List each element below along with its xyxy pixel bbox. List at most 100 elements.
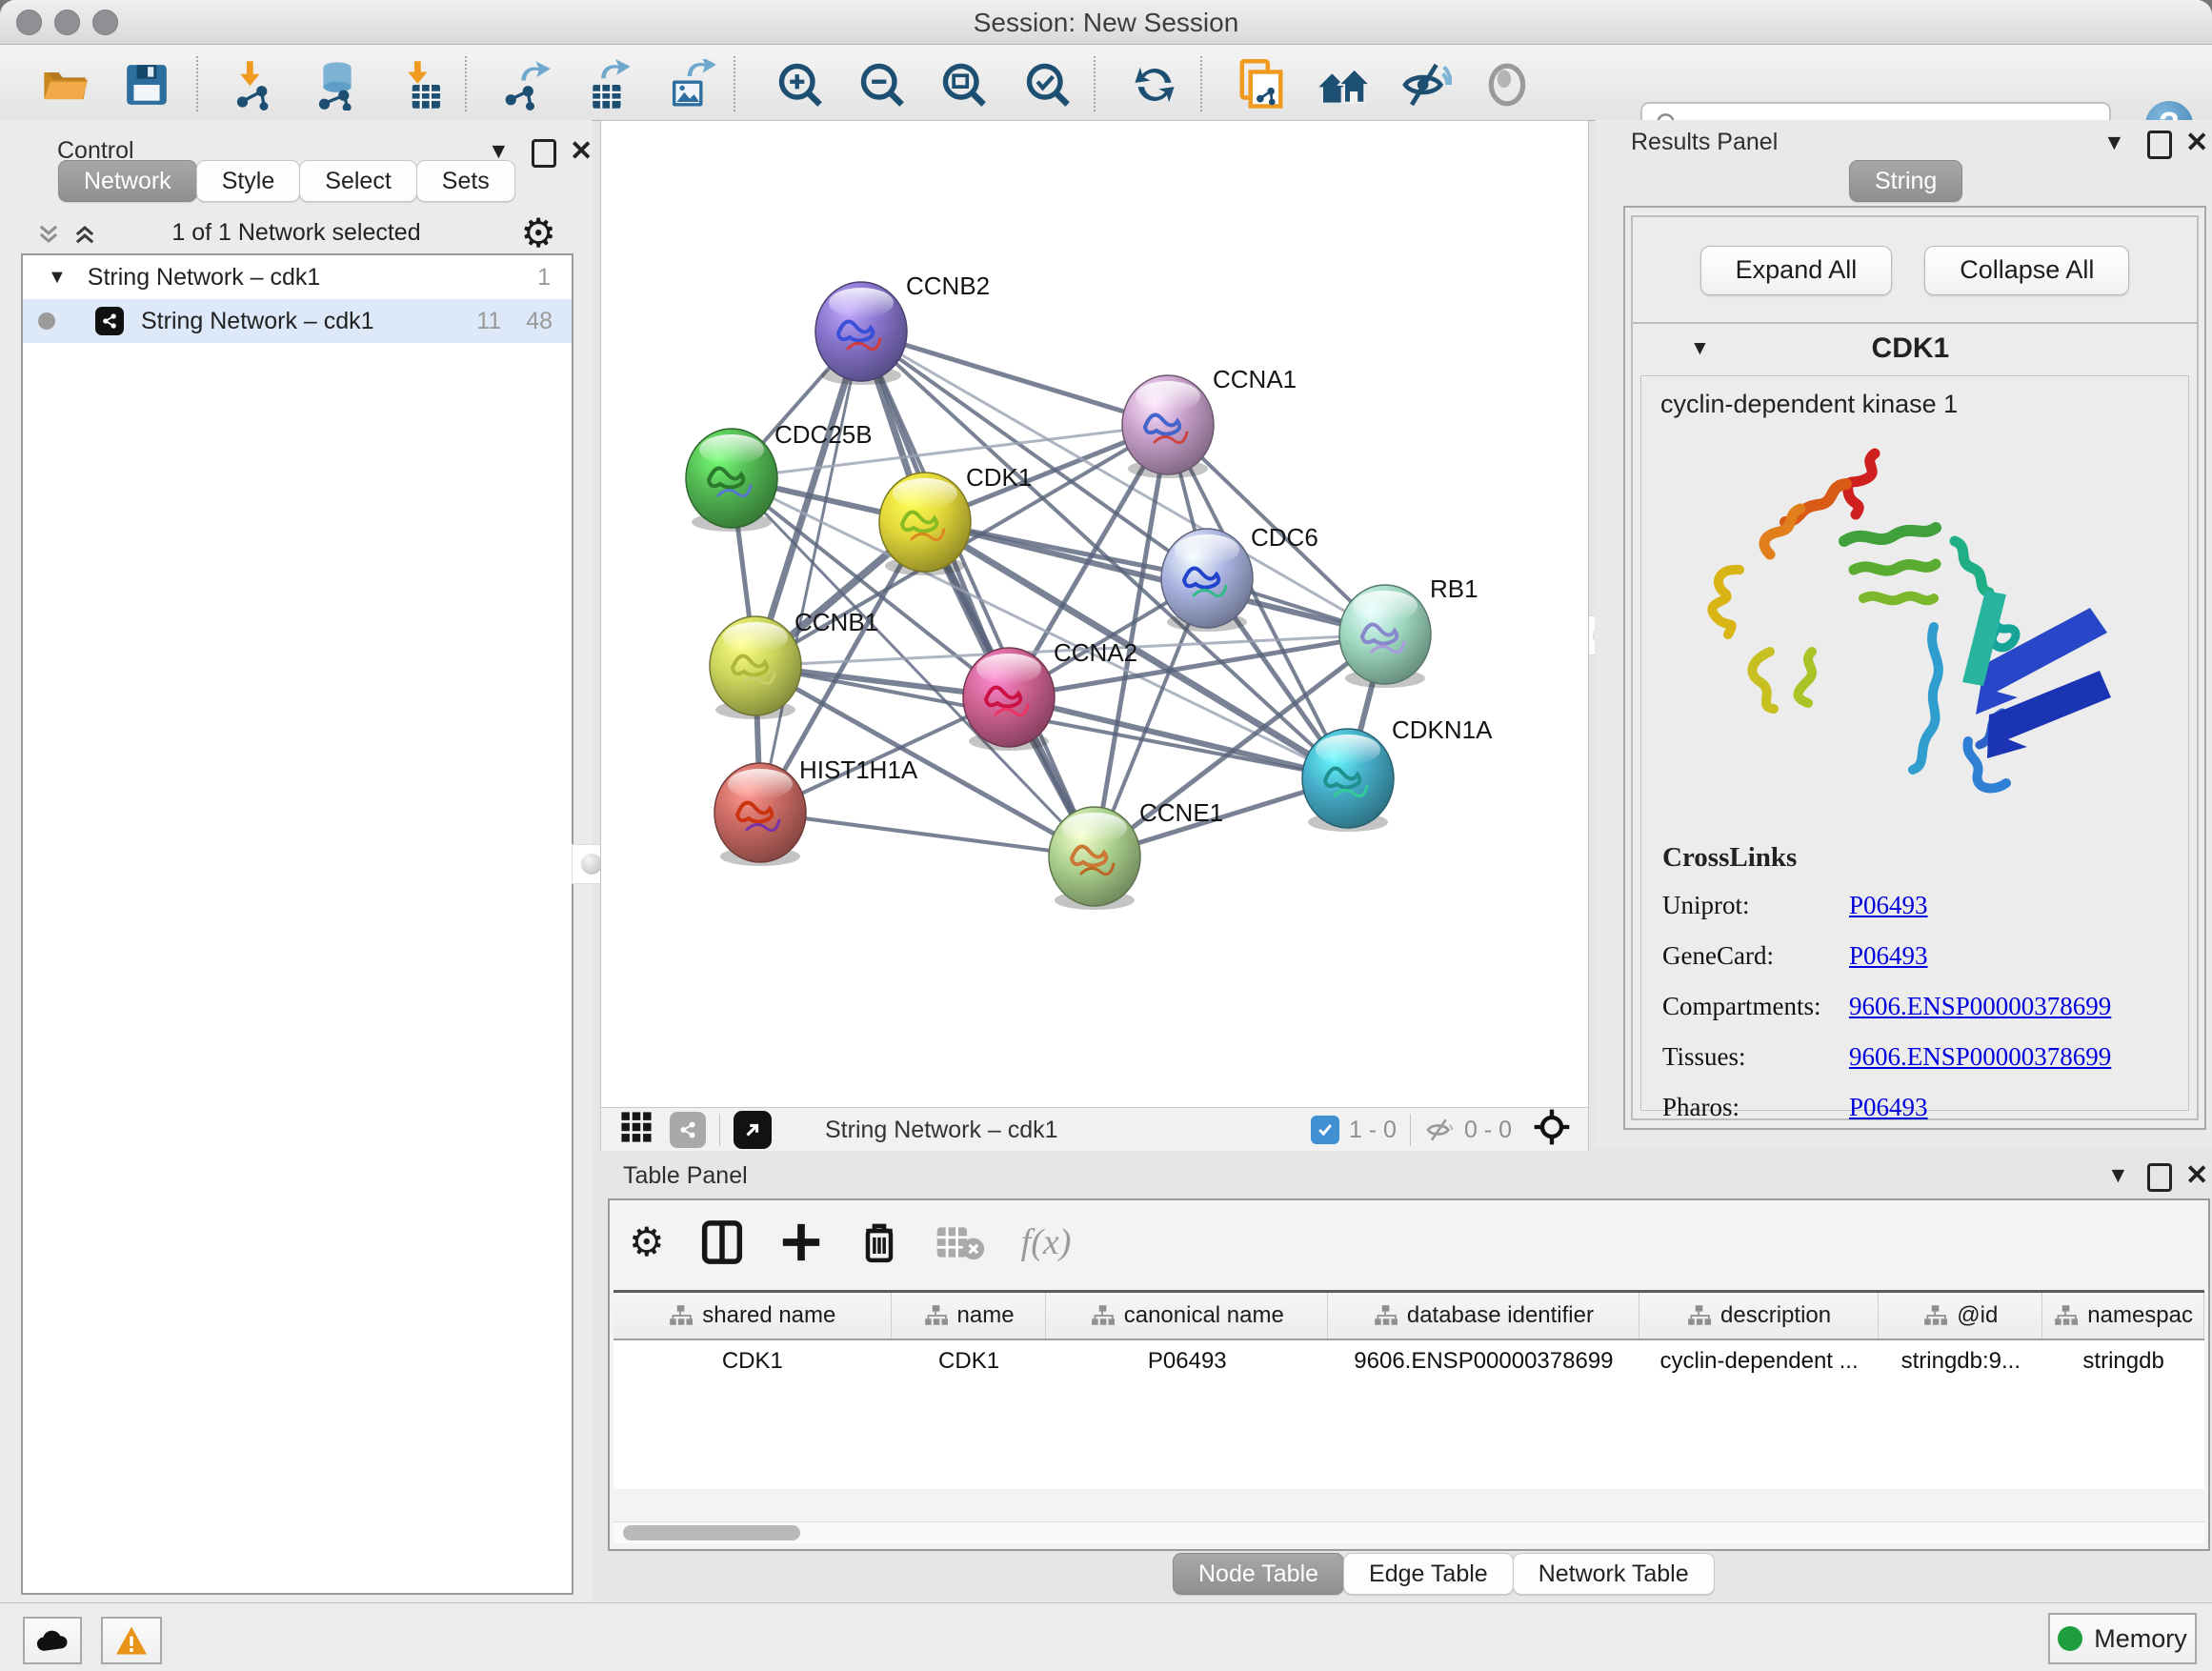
column-header-name[interactable]: name [892, 1293, 1047, 1339]
export-table-button[interactable] [581, 58, 634, 111]
node-CCNE1[interactable] [1049, 807, 1140, 910]
warnings-button[interactable] [101, 1617, 162, 1664]
network-options-gear-icon[interactable]: ⚙ [520, 213, 556, 253]
crosslink-link[interactable]: 9606.ENSP00000378699 [1849, 1042, 2111, 1072]
home-networks-button[interactable] [1317, 58, 1370, 111]
panel-float-icon[interactable] [532, 139, 556, 168]
apply-layout-button[interactable] [1128, 58, 1181, 111]
node-RB1[interactable] [1339, 585, 1431, 688]
table-row[interactable]: CDK1CDK1P064939606.ENSP00000378699cyclin… [613, 1340, 2204, 1382]
panel-close-icon[interactable]: ✕ [2185, 126, 2208, 159]
toolbar-divider [196, 56, 198, 111]
table-cell: CDK1 [613, 1340, 892, 1382]
panel-close-icon[interactable]: ✕ [2185, 1158, 2208, 1192]
refresh-icon [1130, 60, 1179, 110]
table-options-gear-icon[interactable]: ⚙ [629, 1222, 665, 1262]
edge-HIST1H1A-CCNE1[interactable] [760, 813, 1095, 856]
network-canvas[interactable]: CCNB2CCNA1CDC25BCDK1CDC6RB1CCNB1CCNA2CDK… [600, 120, 1589, 1109]
zoom-in-button[interactable] [774, 58, 827, 111]
edge-CCNB2-HIST1H1A[interactable] [760, 332, 861, 813]
node-CDK1[interactable] [879, 473, 971, 575]
column-header-canonical-name[interactable]: canonical name [1046, 1293, 1328, 1339]
toolbar-divider [1200, 56, 1202, 111]
show-columns-icon[interactable] [701, 1219, 743, 1265]
zoom-selected-button[interactable] [1021, 58, 1075, 111]
hidden-eye-slash-icon[interactable] [1424, 1115, 1455, 1145]
network-share-icon[interactable] [670, 1112, 706, 1148]
expand-all-button[interactable]: Expand All [1700, 246, 1893, 295]
cloud-button[interactable] [23, 1617, 82, 1664]
network-tree: ▼ String Network – cdk1 1 String Network… [21, 253, 573, 1595]
node-CCNA1[interactable] [1122, 375, 1214, 478]
crosslink-link[interactable]: 9606.ENSP00000378699 [1849, 992, 2111, 1021]
show-hidden-button[interactable] [1480, 58, 1534, 111]
crosslink-link[interactable]: P06493 [1849, 1093, 1928, 1122]
table-cell: stringdb:9... [1879, 1340, 2042, 1382]
column-header-@id[interactable]: @id [1879, 1293, 2042, 1339]
open-session-button[interactable] [38, 58, 91, 111]
import-table-button[interactable] [396, 58, 450, 111]
panel-close-icon[interactable]: ✕ [570, 134, 593, 168]
table-cell: stringdb [2042, 1340, 2204, 1382]
node-CDKN1A[interactable] [1302, 729, 1394, 832]
collapse-triangle-icon[interactable]: ▼ [48, 267, 67, 289]
node-CDC6[interactable] [1161, 529, 1253, 632]
column-header-namespac[interactable]: namespac [2042, 1293, 2204, 1339]
hidden-counter: 0 - 0 [1464, 1117, 1512, 1144]
scrollbar-thumb[interactable] [623, 1525, 800, 1540]
tab-network-table[interactable]: Network Table [1513, 1553, 1715, 1595]
network-collection-row[interactable]: ▼ String Network – cdk1 1 [23, 255, 572, 299]
export-network-button[interactable] [499, 58, 553, 111]
results-panel-title: Results Panel [1631, 129, 1778, 156]
import-database-button[interactable] [311, 58, 364, 111]
panel-float-icon[interactable] [2147, 131, 2172, 159]
create-column-icon[interactable] [779, 1220, 823, 1264]
node-HIST1H1A[interactable] [714, 763, 806, 866]
crosslinks-list: Uniprot:P06493GeneCard:P06493Compartment… [1662, 891, 2188, 1122]
panel-menu-icon[interactable]: ▼ [2107, 1162, 2129, 1188]
tab-node-table[interactable]: Node Table [1173, 1553, 1344, 1595]
node-CDC25B[interactable] [686, 429, 777, 532]
open-in-window-icon[interactable] [734, 1111, 772, 1149]
window-title: Session: New Session [0, 8, 2212, 38]
tab-sets[interactable]: Sets [416, 160, 515, 202]
zoom-fit-button[interactable] [937, 58, 991, 111]
column-header-database-identifier[interactable]: database identifier [1328, 1293, 1639, 1339]
protein-description: cyclin-dependent kinase 1 [1660, 390, 2188, 419]
delete-column-icon[interactable] [859, 1219, 899, 1265]
show-grid-icon[interactable] [620, 1111, 653, 1150]
delete-table-icon [935, 1221, 985, 1263]
birds-eye-icon[interactable] [1533, 1108, 1571, 1153]
edge-CCNB2-CCNA1[interactable] [861, 332, 1168, 425]
save-session-button[interactable] [120, 58, 173, 111]
crosslink-link[interactable]: P06493 [1849, 891, 1928, 920]
crosslink-row: GeneCard:P06493 [1662, 941, 2188, 971]
section-triangle-icon[interactable]: ▼ [1690, 337, 1710, 360]
hide-unhide-button[interactable] [1398, 58, 1452, 111]
tab-style[interactable]: Style [196, 160, 301, 202]
crosslink-link[interactable]: P06493 [1849, 941, 1928, 971]
panel-menu-icon[interactable]: ▼ [2103, 130, 2125, 155]
tab-edge-table[interactable]: Edge Table [1343, 1553, 1514, 1595]
network-row[interactable]: String Network – cdk1 11 48 [23, 299, 572, 343]
node-label-CCNB1: CCNB1 [794, 608, 878, 636]
panel-float-icon[interactable] [2147, 1163, 2172, 1192]
memory-button[interactable]: Memory [2048, 1613, 2197, 1664]
zoom-out-button[interactable] [855, 58, 909, 111]
column-header-description[interactable]: description [1639, 1293, 1880, 1339]
collapse-all-button[interactable]: Collapse All [1924, 246, 2129, 295]
copy-documents-button[interactable] [1235, 58, 1288, 111]
table-horizontal-scrollbar[interactable] [613, 1521, 2204, 1543]
import-network-button[interactable] [229, 58, 282, 111]
selected-checkbox-icon[interactable] [1311, 1116, 1339, 1144]
export-image-button[interactable] [663, 58, 716, 111]
protein-header[interactable]: ▼ CDK1 [1633, 324, 2197, 373]
node-table-card: ⚙ f(x) shared namenamecanonical namedata… [608, 1198, 2210, 1551]
column-header-shared-name[interactable]: shared name [613, 1293, 892, 1339]
tab-string[interactable]: String [1849, 160, 1962, 202]
eye-icon [1483, 61, 1531, 109]
node-CCNB1[interactable] [710, 616, 801, 719]
collection-count: 1 [537, 264, 551, 292]
tab-select[interactable]: Select [299, 160, 416, 202]
tab-network[interactable]: Network [58, 160, 197, 202]
